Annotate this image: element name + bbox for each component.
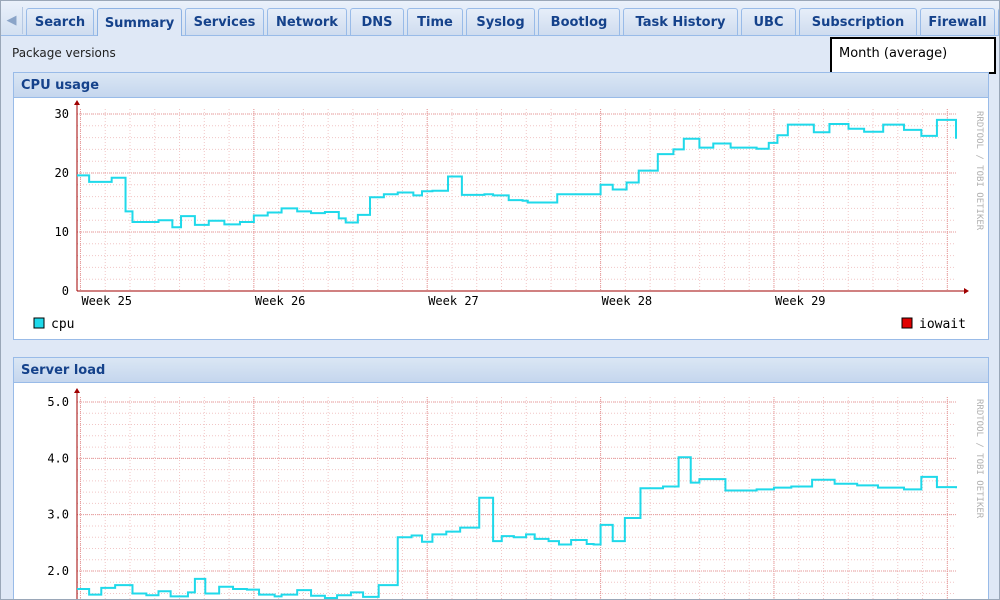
tab-summary[interactable]: Summary [97, 8, 182, 37]
server-load-panel: Server load 5.04.03.02.0Week 25Week 26We… [13, 357, 989, 599]
rrdtool-watermark: RRDTOOL / TOBI OETIKER [974, 111, 984, 231]
tab-task-history[interactable]: Task History [623, 8, 738, 35]
server-load-chart: 5.04.03.02.0Week 25Week 26Week 27Week 28… [47, 388, 984, 599]
series-line-load [77, 456, 957, 599]
y-tick-label: 4.0 [47, 451, 69, 465]
x-tick-label: Week 26 [255, 294, 306, 308]
tab-bar: ◀ Search Summary Services Network DNS Time Sys… [1, 1, 999, 37]
tab-search[interactable]: Search [26, 8, 94, 35]
y-axis-arrow [74, 100, 80, 105]
x-tick-label: Week 27 [428, 294, 479, 308]
legend-label-iowait: iowait [919, 317, 966, 332]
series-line-cpu [77, 118, 957, 229]
rrdtool-watermark: RRDTOOL / TOBI OETIKER [974, 399, 984, 519]
y-tick-label: 2.0 [47, 564, 69, 578]
app-frame: ◀ Search Summary Services Network DNS Time Sys… [0, 0, 1000, 600]
timeframe-select[interactable]: Month (average) [830, 37, 996, 74]
x-tick-label: Week 25 [81, 294, 132, 308]
y-tick-label: 30 [55, 107, 69, 121]
tab-dns[interactable]: DNS [350, 8, 404, 35]
tab-scroll-left-button[interactable]: ◀ [1, 7, 23, 34]
legend-swatch-iowait [901, 317, 913, 329]
tab-syslog[interactable]: Syslog [466, 8, 535, 35]
server-load-graph-body: 5.04.03.02.0Week 25Week 26Week 27Week 28… [14, 383, 988, 599]
server-load-panel-title: Server load [14, 358, 988, 383]
tab-bootlog[interactable]: Bootlog [538, 8, 620, 35]
cpu-usage-panel-title: CPU usage [14, 73, 988, 98]
tab-firewall[interactable]: Firewall [920, 8, 995, 35]
y-tick-label: 0 [62, 284, 69, 298]
package-versions-link[interactable]: Package versions [12, 46, 116, 60]
cpu-usage-chart: 30 20 10 0 Week 25 Week 26 Week 27 Week 28 Week … [33, 100, 984, 332]
tabs-strip: Search Summary Services Network DNS Time Syslo… [26, 8, 999, 37]
x-tick-label: Week 28 [602, 294, 653, 308]
cpu-usage-graph-body: 30 20 10 0 Week 25 Week 26 Week 27 Week 28 Week … [14, 98, 988, 339]
x-tick-label: Week 29 [775, 294, 826, 308]
y-tick-label: 5.0 [47, 395, 69, 409]
tab-subscription[interactable]: Subscription [799, 8, 917, 35]
legend-swatch-cpu [33, 317, 45, 329]
arrow-left-icon: ◀ [6, 13, 17, 28]
tab-ubc[interactable]: UBC [741, 8, 796, 35]
tab-time[interactable]: Time [407, 8, 463, 35]
y-tick-label: 3.0 [47, 508, 69, 522]
cpu-usage-panel: CPU usage 30 20 10 0 Week 25 Week 26 Week 27 We… [13, 72, 989, 340]
tab-network[interactable]: Network [267, 8, 347, 35]
y-tick-label: 20 [55, 166, 69, 180]
y-tick-label: 10 [55, 225, 69, 239]
y-axis-arrow [74, 388, 80, 393]
legend-label-cpu: cpu [51, 317, 74, 332]
x-axis-arrow [964, 288, 969, 294]
tab-services[interactable]: Services [185, 8, 264, 35]
